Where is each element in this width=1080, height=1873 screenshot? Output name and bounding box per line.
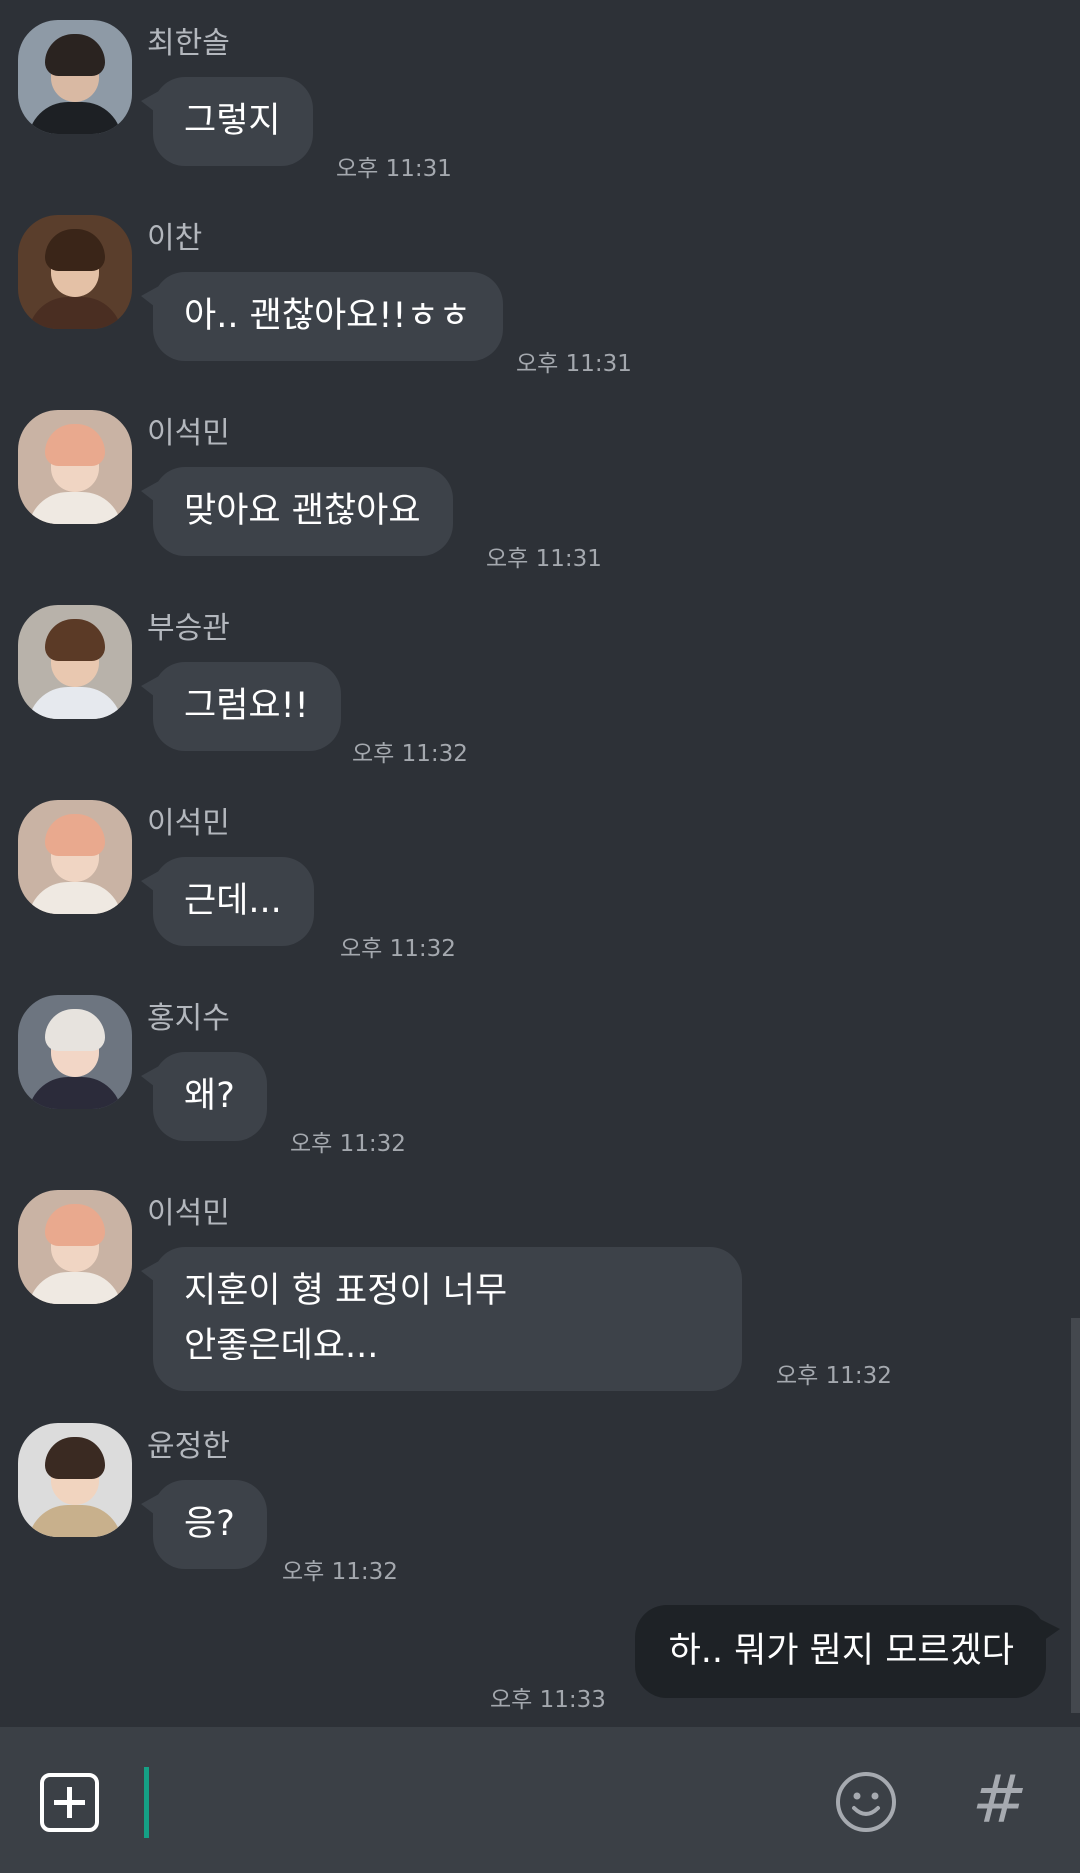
message-row: 이석민 지훈이 형 표정이 너무 안좋은데요... 오후 11:32 — [0, 1190, 1080, 1395]
message-input[interactable] — [152, 1767, 796, 1840]
message-bubble[interactable]: 지훈이 형 표정이 너무 안좋은데요... — [141, 1247, 742, 1391]
message-text: 응? — [184, 1504, 235, 1544]
scrollbar[interactable] — [1071, 1318, 1080, 1713]
message-text: 하.. 뭐가 뭔지 모르겠다 — [668, 1631, 1014, 1671]
message-time: 오후 11:33 — [490, 1687, 606, 1713]
message-text: 왜? — [184, 1076, 235, 1116]
message-time: 오후 11:32 — [290, 1131, 406, 1157]
message-text: 아.. 괜찮아요!!ㅎㅎ — [184, 296, 471, 336]
message-time: 오후 11:32 — [340, 936, 456, 962]
sender-name: 부승관 — [147, 611, 230, 646]
message-bubble[interactable]: 아.. 괜찮아요!!ㅎㅎ — [141, 272, 503, 361]
message-bubble[interactable]: 응? — [141, 1480, 267, 1569]
avatar[interactable] — [18, 605, 132, 719]
avatar[interactable] — [18, 1423, 132, 1537]
sender-name: 홍지수 — [147, 1001, 230, 1036]
avatar[interactable] — [18, 410, 132, 524]
message-time: 오후 11:32 — [282, 1559, 398, 1585]
smiley-icon — [836, 1772, 896, 1832]
sender-name: 이석민 — [147, 1196, 230, 1231]
avatar[interactable] — [18, 1190, 132, 1304]
my-message-bubble[interactable]: 하.. 뭐가 뭔지 모르겠다 — [634, 1605, 1060, 1698]
message-input-bar: # — [0, 1727, 1080, 1873]
message-row: 이석민 근데... 오후 11:32 — [0, 800, 1080, 965]
message-text: 지훈이 형 표정이 너무 안좋은데요... — [184, 1271, 508, 1366]
sender-name: 이찬 — [147, 221, 203, 256]
avatar[interactable] — [18, 800, 132, 914]
message-row: 이석민 맞아요 괜찮아요 오후 11:31 — [0, 410, 1080, 575]
message-row: 최한솔 그렇지 오후 11:31 — [0, 20, 1080, 185]
message-time: 오후 11:32 — [352, 741, 468, 767]
message-text: 그럼요!! — [184, 686, 309, 726]
message-text: 맞아요 괜찮아요 — [184, 491, 421, 531]
my-message-row: 하.. 뭐가 뭔지 모르겠다 오후 11:33 — [0, 1605, 1080, 1713]
sender-name: 최한솔 — [147, 26, 230, 61]
message-row: 홍지수 왜? 오후 11:32 — [0, 995, 1080, 1160]
message-row: 이찬 아.. 괜찮아요!!ㅎㅎ 오후 11:31 — [0, 215, 1080, 380]
message-row: 윤정한 응? 오후 11:32 — [0, 1423, 1080, 1588]
avatar[interactable] — [18, 215, 132, 329]
message-time: 오후 11:32 — [776, 1363, 892, 1389]
message-bubble[interactable]: 근데... — [141, 857, 314, 946]
sender-name: 윤정한 — [147, 1429, 230, 1464]
sender-name: 이석민 — [147, 416, 230, 451]
text-cursor — [144, 1767, 149, 1838]
avatar[interactable] — [18, 995, 132, 1109]
sender-name: 이석민 — [147, 806, 230, 841]
message-text: 근데... — [184, 881, 282, 921]
message-time: 오후 11:31 — [486, 546, 602, 572]
add-attachment-button[interactable] — [40, 1773, 99, 1832]
message-bubble[interactable]: 그럼요!! — [141, 662, 341, 751]
avatar[interactable] — [18, 20, 132, 134]
message-bubble[interactable]: 그렇지 — [141, 77, 313, 166]
chat-message-list[interactable]: 최한솔 그렇지 오후 11:31 이찬 아.. 괜찮아요!!ㅎㅎ 오후 11:3… — [0, 0, 1080, 1727]
message-row: 부승관 그럼요!! 오후 11:32 — [0, 605, 1080, 770]
hash-icon[interactable]: # — [972, 1765, 1027, 1835]
message-time: 오후 11:31 — [336, 156, 452, 182]
emoji-button[interactable] — [835, 1771, 897, 1833]
message-time: 오후 11:31 — [516, 351, 632, 377]
message-bubble[interactable]: 맞아요 괜찮아요 — [141, 467, 453, 556]
message-text: 그렇지 — [184, 101, 281, 141]
message-bubble[interactable]: 왜? — [141, 1052, 267, 1141]
